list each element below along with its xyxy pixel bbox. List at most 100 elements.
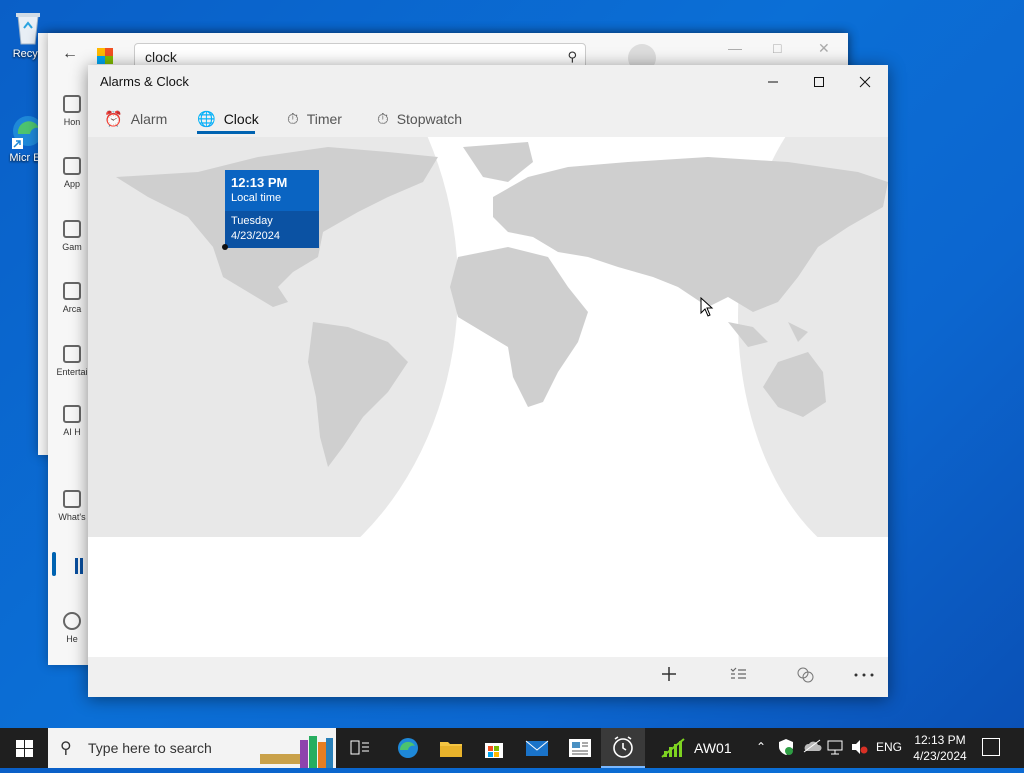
store-side-home[interactable]: Hon [52,95,92,127]
security-shield-icon[interactable] [778,738,794,759]
close-icon [859,76,871,88]
store-side-arcade[interactable]: Arca [52,282,92,314]
alarms-clock-window: Alarms & Clock ⏰ Alarm 🌐 Clock ⏱ Timer ⏱… [88,65,888,697]
plus-icon [662,667,676,681]
library-icon[interactable] [74,557,88,575]
store-side-gaming[interactable]: Gam [52,220,92,252]
input-language-indicator[interactable]: ENG [876,740,902,754]
taskbar-clock[interactable]: 12:13 PM 4/23/2024 [905,732,975,764]
title-bar: Alarms & Clock [88,65,888,99]
tab-clock[interactable]: 🌐 Clock [197,105,259,133]
store-close-icon[interactable]: ✕ [818,40,830,57]
timer-icon: ⏱ [287,110,299,128]
taskbar-mail[interactable] [515,728,559,768]
store-minimize-icon[interactable]: — [728,40,742,56]
home-icon [63,95,81,113]
joystick-icon [63,282,81,300]
tab-alarm[interactable]: ⏰ Alarm [104,105,167,133]
store-side-ai-hub[interactable]: AI H [52,405,92,437]
taskbar-store[interactable] [472,728,516,768]
command-bar [88,657,888,697]
close-button[interactable] [842,65,888,99]
world-map[interactable] [88,137,888,537]
task-view-button[interactable] [338,728,382,768]
show-hidden-icons-button[interactable]: ⌃ [756,740,766,754]
side-label: Hon [63,117,81,127]
maximize-button[interactable] [796,65,842,99]
windows-logo-icon [15,739,33,757]
search-highlight-books-icon [260,734,334,773]
taskbar: ⚲ Type here to search AW01 ⌃ ENG 12:13 P… [0,728,1024,768]
more-button[interactable] [853,665,875,688]
news-icon [569,739,591,757]
clapper-icon [63,345,81,363]
stopwatch-icon: ⏱ [377,110,389,128]
taskbar-aw01-app[interactable]: AW01 [660,728,740,768]
mail-icon [525,740,549,756]
volume-muted-icon[interactable] [850,739,868,758]
start-button[interactable] [0,728,48,768]
alarm-clock-icon [613,736,633,758]
edge-icon [398,738,418,758]
mouse-cursor-icon [700,296,714,322]
taskbar-search-box[interactable]: ⚲ Type here to search [48,728,336,768]
gamepad-icon [63,220,81,238]
store-search-value: clock [145,49,177,65]
side-label: AI H [63,427,81,437]
tab-label: Alarm [130,111,168,127]
store-bag-icon [485,743,503,758]
nav-selection-indicator [52,552,56,576]
alarm-clock-icon: ⏰ [104,111,123,128]
taskbar-search-placeholder: Type here to search [88,740,212,756]
minimize-button[interactable] [750,65,796,99]
side-label: What's [58,512,86,522]
compare-clock-icon [797,667,814,683]
apps-icon [63,157,81,175]
tab-label: Stopwatch [396,111,463,127]
globe-clock-icon: 🌐 [197,111,216,128]
continent-africa [450,247,588,407]
tooltip-label: Local time [231,192,282,204]
sparkle-icon [63,405,81,423]
onedrive-icon[interactable] [802,739,822,756]
tab-bar: ⏰ Alarm 🌐 Clock ⏱ Timer ⏱ Stopwatch [88,99,888,137]
store-side-whats-new[interactable]: What's [52,490,92,522]
taskbar-date: 4/23/2024 [913,749,967,763]
taskbar-edge[interactable] [386,728,430,768]
side-label: He [66,634,78,644]
minimize-icon [768,81,778,83]
search-icon: ⚲ [60,740,72,757]
store-maximize-icon[interactable]: □ [773,40,781,56]
tab-timer[interactable]: ⏱ Timer [287,105,342,133]
store-side-help[interactable]: He [52,612,92,644]
location-marker[interactable] [222,244,228,250]
taskbar-app-label: AW01 [694,740,732,756]
window-title: Alarms & Clock [100,74,189,89]
local-time-tooltip[interactable]: 12:13 PM Local time Tuesday 4/23/2024 [225,170,319,248]
task-view-icon [350,740,369,755]
store-side-apps[interactable]: App [52,157,92,189]
taskbar-news[interactable] [558,728,602,768]
notification-center-icon[interactable] [982,738,1000,756]
select-clocks-button[interactable] [729,665,747,688]
help-icon [63,612,81,630]
back-arrow-icon[interactable]: ← [62,45,78,63]
active-tab-indicator [197,131,255,134]
taskbar-alarms-clock[interactable] [601,728,645,768]
tab-label: Timer [306,111,342,127]
tab-stopwatch[interactable]: ⏱ Stopwatch [377,105,462,133]
store-side-entertainment[interactable]: Entertai [52,345,92,377]
signal-bars-icon [661,738,685,758]
megaphone-icon [63,490,81,508]
tooltip-day: Tuesday [231,215,273,227]
side-label: Gam [62,242,82,252]
taskbar-file-explorer[interactable] [429,728,473,768]
store-logo-icon [97,48,113,64]
network-icon[interactable] [826,739,844,758]
tooltip-date: 4/23/2024 [231,230,280,242]
more-icon [854,673,874,677]
tab-label: Clock [223,111,259,127]
add-clock-button[interactable] [660,665,678,688]
compare-button[interactable] [796,665,814,688]
taskbar-time: 12:13 PM [914,733,966,747]
